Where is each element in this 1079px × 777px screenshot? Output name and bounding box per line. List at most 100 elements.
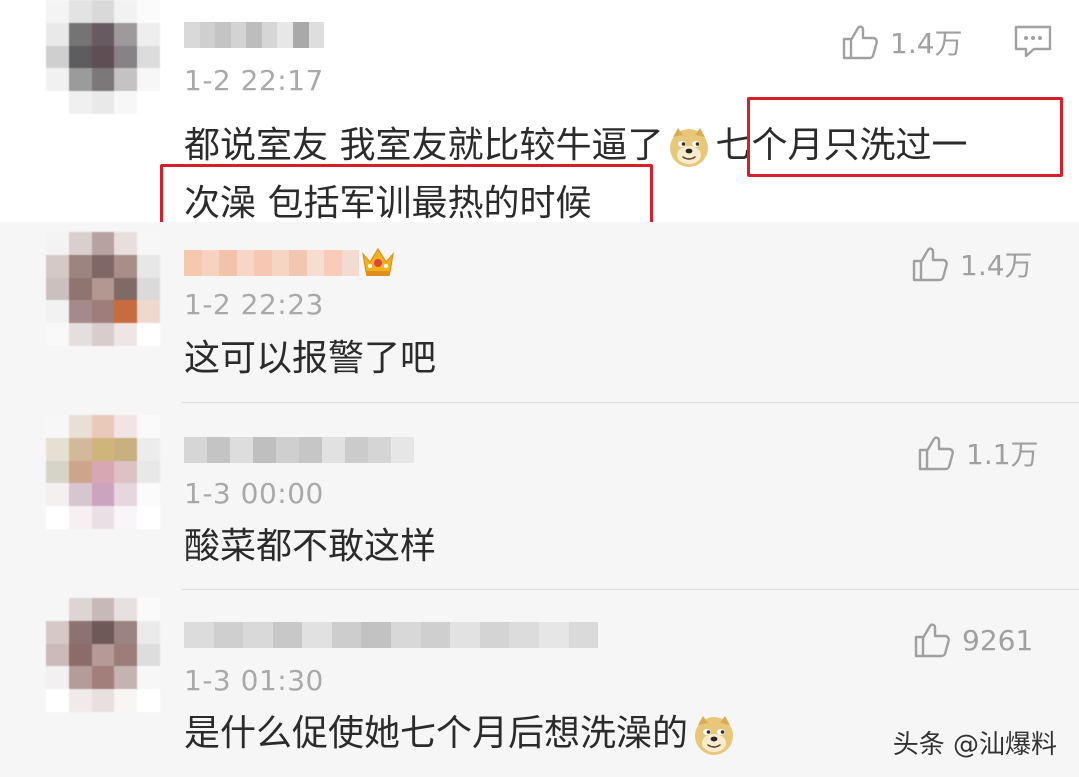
avatar-mosaic-cell [68,277,92,301]
comment-time: 1-3 01:30 [184,664,324,697]
avatar-mosaic-cell [137,45,160,69]
avatar-mosaic-cell [68,460,92,484]
avatar-mosaic-cell [91,323,115,346]
nickname-mosaic-cell [345,437,368,463]
avatar-mosaic-cell [68,68,92,92]
nickname-mosaic-cell [219,250,237,276]
like-button[interactable]: 1.4万 [840,22,963,62]
avatar-mosaic-cell [68,666,92,690]
nickname-blurred[interactable] [184,437,414,463]
avatar-mosaic-cell [68,598,92,621]
avatar[interactable] [46,232,160,346]
avatar-mosaic-cell [91,45,115,69]
nickname-mosaic-cell [230,22,247,48]
avatar-mosaic-cell [114,666,138,690]
avatar-mosaic-cell [68,232,92,255]
avatar-mosaic-cell [137,254,160,278]
nickname-mosaic-cell [184,250,202,276]
avatar-mosaic-cell [114,506,138,529]
comment-time: 1-2 22:17 [184,64,324,97]
comment-item: 1-2 22:23 1.4万 这可以报警了吧 [0,222,1079,402]
avatar-mosaic-cell [114,689,138,712]
nickname-mosaic-cell [243,622,273,648]
nickname-mosaic-cell [322,437,345,463]
avatar-mosaic-cell [114,437,138,461]
avatar-mosaic-cell [68,506,92,529]
avatar-mosaic-cell [137,483,160,507]
nickname-mosaic-cell [277,22,293,48]
nickname-mosaic-cell [201,250,219,276]
avatar-mosaic-cell [137,666,160,690]
nickname-mosaic-cell [184,622,214,648]
avatar-mosaic-cell [137,620,160,644]
nickname-mosaic-cell [292,22,309,48]
avatar-mosaic-cell [46,91,69,114]
like-button[interactable]: 9261 [912,620,1033,660]
avatar-mosaic-cell [68,91,92,114]
avatar-mosaic-cell [137,506,160,529]
avatar-mosaic-cell [68,437,92,461]
nickname-mosaic-cell [302,622,332,648]
avatar-mosaic-cell [91,620,115,644]
nickname-blurred[interactable] [184,622,599,648]
nickname-mosaic-cell [568,622,599,648]
nickname-mosaic-cell [246,22,262,48]
nickname-mosaic-cell [479,622,510,648]
nickname-blurred[interactable] [184,22,325,48]
like-button[interactable]: 1.4万 [910,244,1033,284]
avatar-mosaic-cell [114,91,138,114]
nickname-mosaic-cell [215,22,231,48]
avatar-mosaic-cell [46,643,69,667]
avatar-mosaic-cell [137,323,160,346]
comment-item: 1-3 00:00 1.1万 酸菜都不敢这样 [0,403,1079,589]
nickname-mosaic-cell [261,22,278,48]
avatar-mosaic-cell [68,0,92,23]
reply-icon[interactable] [1013,24,1053,60]
nickname-mosaic-cell [509,622,539,648]
like-button[interactable]: 1.1万 [916,433,1039,473]
nickname-mosaic-cell [254,250,272,276]
avatar-mosaic-cell [114,323,138,346]
avatar-mosaic-cell [137,598,160,621]
avatar-mosaic-cell [91,232,115,255]
nickname-mosaic-cell [368,437,391,463]
avatar-mosaic-cell [114,45,138,69]
avatar-mosaic-cell [91,0,115,23]
avatar-mosaic-cell [91,666,115,690]
avatar-mosaic-cell [114,460,138,484]
like-count: 1.4万 [960,249,1033,282]
avatar-mosaic-cell [68,300,92,324]
nickname-mosaic-cell [236,250,254,276]
avatar[interactable] [46,598,160,712]
avatar[interactable] [46,415,160,529]
avatar-mosaic-cell [68,254,92,278]
avatar-mosaic-cell [68,483,92,507]
nickname-mosaic-cell [341,250,359,276]
avatar-mosaic-cell [137,0,160,23]
comment-text: 这可以报警了吧 [184,338,437,379]
nickname-mosaic-cell [276,437,299,463]
nickname-mosaic-cell [299,437,322,463]
avatar-mosaic-cell [114,643,138,667]
nickname-mosaic-cell [420,622,451,648]
nickname-mosaic-cell [289,250,307,276]
nickname-mosaic-cell [331,622,362,648]
avatar-mosaic-cell [68,22,92,46]
like-count: 1.4万 [890,27,963,60]
nickname-blurred[interactable] [184,250,359,276]
thumbs-up-icon [916,433,956,473]
highlight-box [747,97,1063,177]
avatar-mosaic-cell [114,22,138,46]
avatar-mosaic-cell [137,689,160,712]
avatar[interactable] [46,0,160,114]
avatar-mosaic-cell [137,68,160,92]
avatar-mosaic-cell [68,415,92,438]
avatar-mosaic-cell [46,22,69,46]
avatar-mosaic-cell [137,277,160,301]
crown-badge-icon [362,247,394,276]
avatar-mosaic-cell [114,620,138,644]
avatar-mosaic-cell [91,437,115,461]
avatar-mosaic-cell [46,68,69,92]
nickname-mosaic-cell [213,622,244,648]
avatar-mosaic-cell [137,300,160,324]
